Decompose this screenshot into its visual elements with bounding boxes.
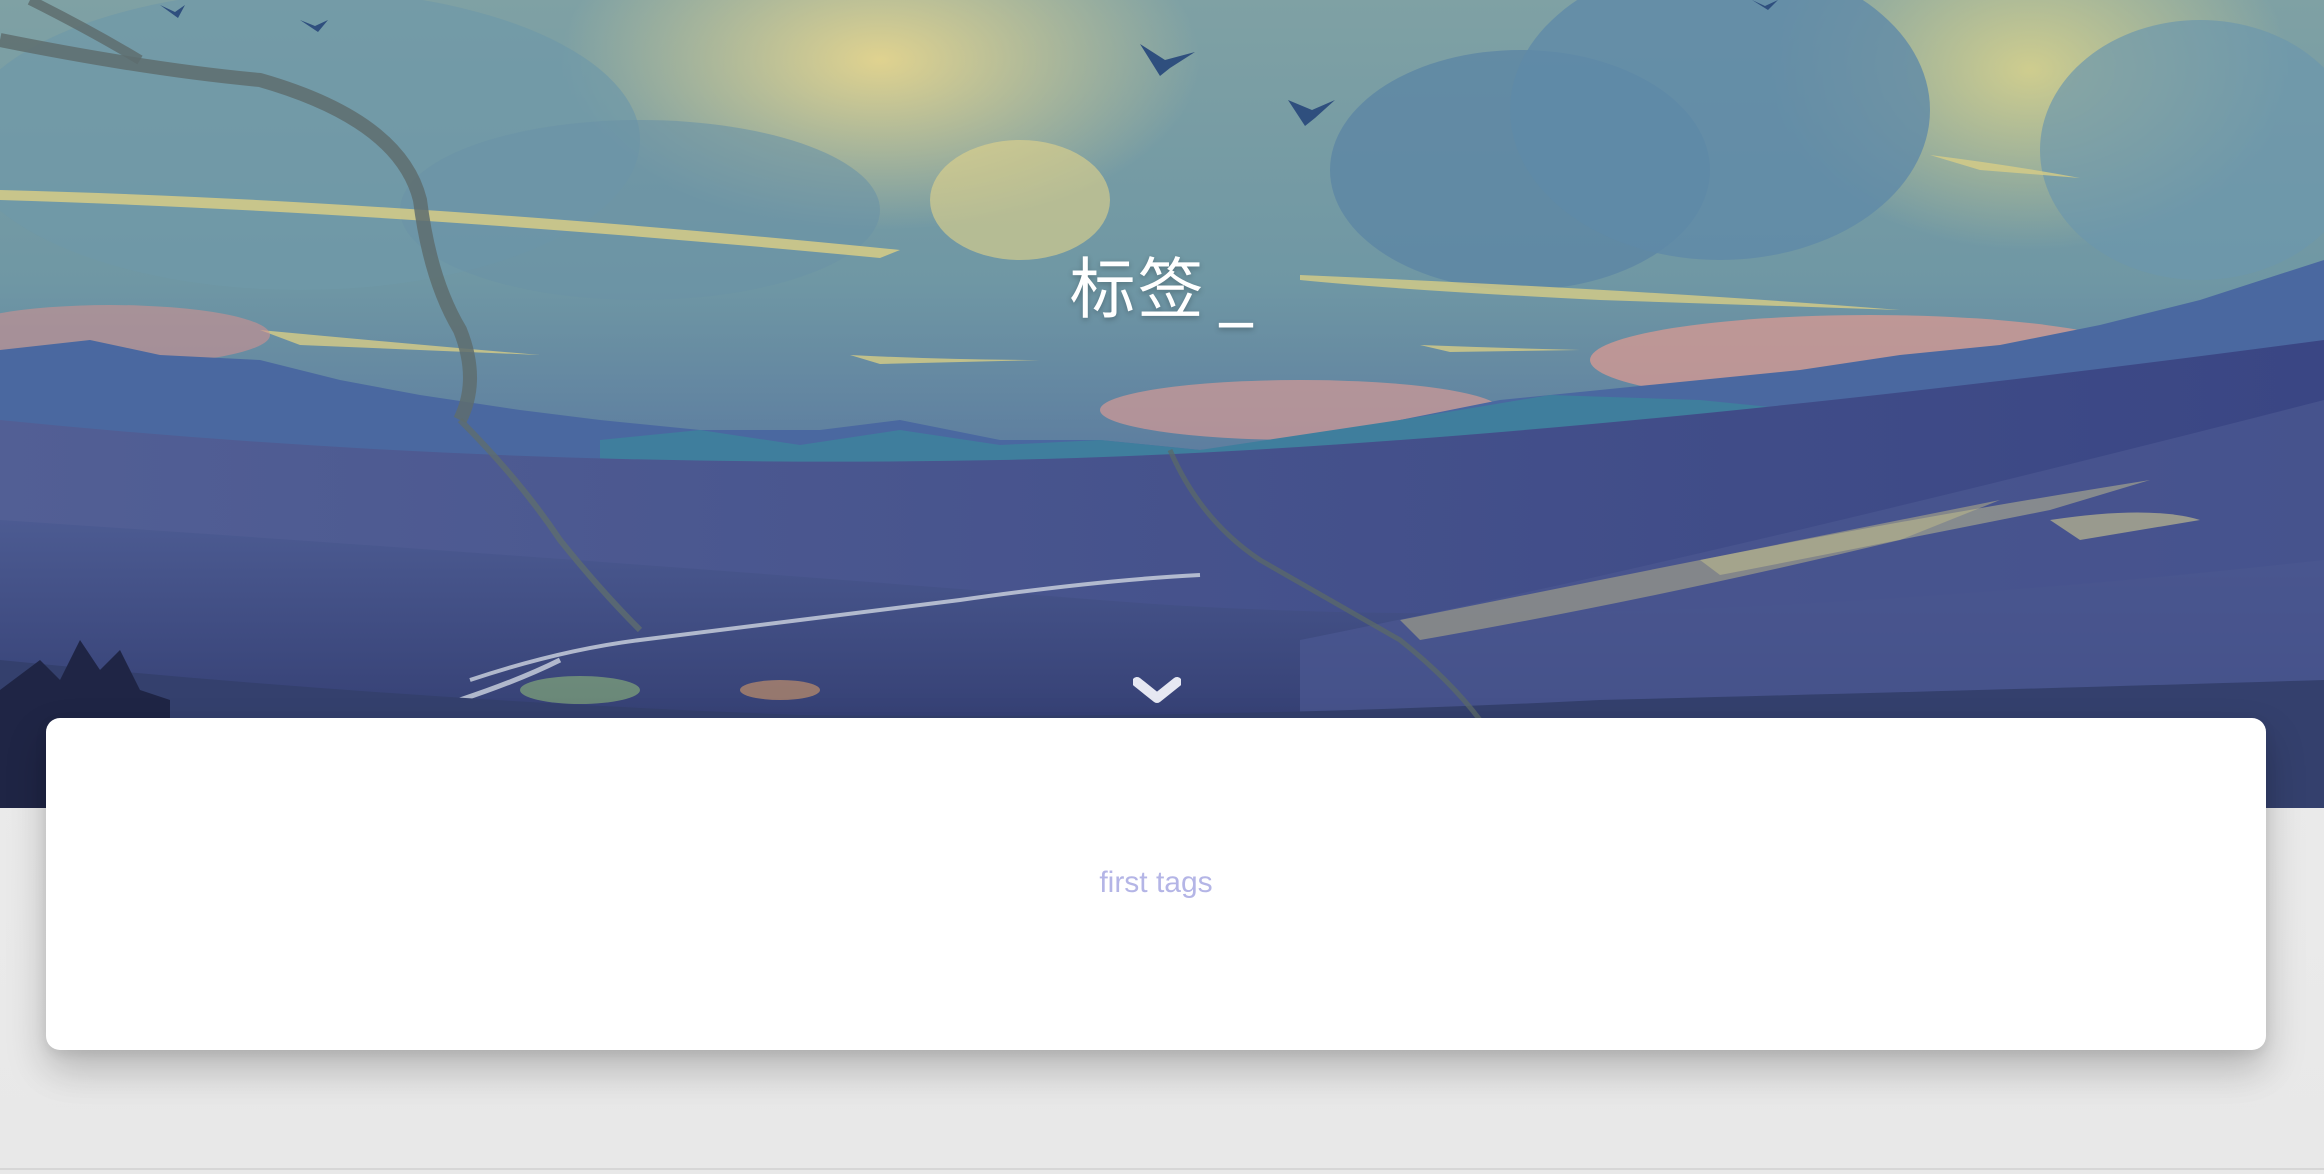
tag-list: first tags bbox=[46, 866, 2266, 900]
tags-card: first tags bbox=[46, 718, 2266, 1050]
hero-banner: 标签 _ bbox=[0, 0, 2324, 808]
page-title-text: 标签 bbox=[1069, 251, 1206, 328]
typing-cursor: _ bbox=[1219, 251, 1255, 328]
page-title: 标签 _ bbox=[0, 236, 2324, 332]
page: 标签 _ first tags bbox=[0, 0, 2324, 1174]
tag-link-first-tags[interactable]: first tags bbox=[1099, 866, 1212, 899]
chevron-down-icon bbox=[1132, 677, 1182, 703]
scroll-down-button[interactable] bbox=[1132, 674, 1182, 708]
page-bottom-divider bbox=[0, 1168, 2324, 1170]
